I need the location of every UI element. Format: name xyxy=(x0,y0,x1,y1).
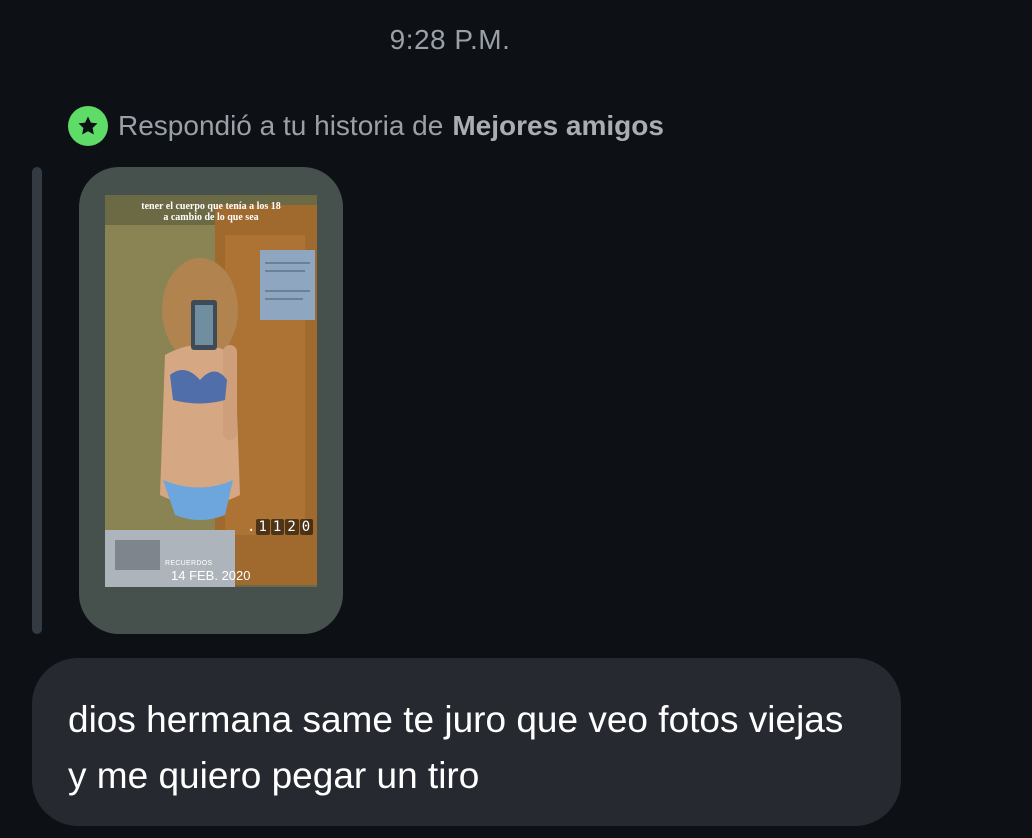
story-caption-line: tener el cuerpo que tenía a los 18 xyxy=(141,201,281,212)
story-image: tener el cuerpo que tenía a los 18 a cam… xyxy=(105,195,317,587)
story-caption: tener el cuerpo que tenía a los 18 a cam… xyxy=(105,201,317,223)
counter-digit: 0 xyxy=(299,519,314,535)
counter-digit: 2 xyxy=(285,519,299,535)
counter-digit: 1 xyxy=(256,519,270,535)
message-bubble[interactable]: dios hermana same te juro que veo fotos … xyxy=(32,658,901,826)
counter-digit: 1 xyxy=(270,519,285,535)
story-reply-header: Respondió a tu historia de Mejores amigo… xyxy=(68,106,664,146)
flip-counter: .1120 xyxy=(247,519,314,535)
message-text: dios hermana same te juro que veo fotos … xyxy=(68,699,844,796)
audience-label: Mejores amigos xyxy=(452,110,664,141)
quote-bar xyxy=(32,167,42,634)
memories-label: RECUERDOS xyxy=(165,560,213,567)
story-preview[interactable]: tener el cuerpo que tenía a los 18 a cam… xyxy=(79,167,343,634)
star-icon xyxy=(68,106,108,146)
reply-context-text: Respondió a tu historia de xyxy=(118,110,444,141)
memories-date: 14 FEB. 2020 xyxy=(171,568,251,583)
story-caption-line: a cambio de lo que sea xyxy=(163,212,259,223)
message-timestamp: 9:28 P.M. xyxy=(389,24,511,55)
